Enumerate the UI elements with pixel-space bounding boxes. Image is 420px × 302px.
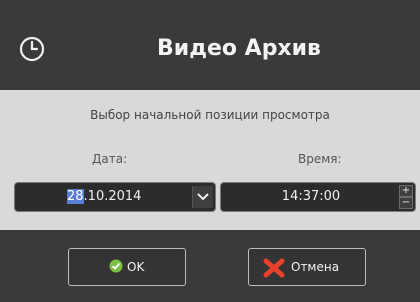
- date-day-selected[interactable]: 28: [67, 189, 84, 204]
- time-label: Время:: [298, 152, 342, 166]
- cancel-x-icon: [263, 258, 285, 278]
- chevron-down-icon: [197, 193, 209, 201]
- dialog-header: Видео Архив: [0, 0, 420, 90]
- video-archive-dialog: Видео Архив Выбор начальной позиции прос…: [0, 0, 420, 302]
- date-value[interactable]: 28.10.2014: [67, 183, 141, 211]
- dialog-title: Видео Архив: [157, 36, 321, 61]
- time-value[interactable]: 14:37:00: [221, 183, 401, 211]
- date-dropdown-button[interactable]: [192, 186, 213, 208]
- dialog-body: Выбор начальной позиции просмотра Дата: …: [0, 90, 420, 230]
- ok-button[interactable]: OK: [68, 248, 186, 286]
- time-field[interactable]: 14:37:00 + −: [220, 182, 416, 212]
- check-icon: [109, 259, 123, 273]
- cancel-button[interactable]: Отмена: [248, 248, 366, 286]
- ok-button-label: OK: [127, 260, 145, 274]
- dialog-subtitle: Выбор начальной позиции просмотра: [90, 108, 330, 122]
- date-month-year[interactable]: .10.2014: [84, 189, 142, 204]
- time-increment-button[interactable]: +: [399, 185, 413, 197]
- time-decrement-button[interactable]: −: [399, 197, 413, 209]
- cancel-button-label: Отмена: [291, 260, 340, 274]
- date-field[interactable]: 28.10.2014: [14, 182, 216, 212]
- dialog-footer: OK Отмена: [0, 230, 420, 302]
- date-label: Дата:: [92, 152, 128, 166]
